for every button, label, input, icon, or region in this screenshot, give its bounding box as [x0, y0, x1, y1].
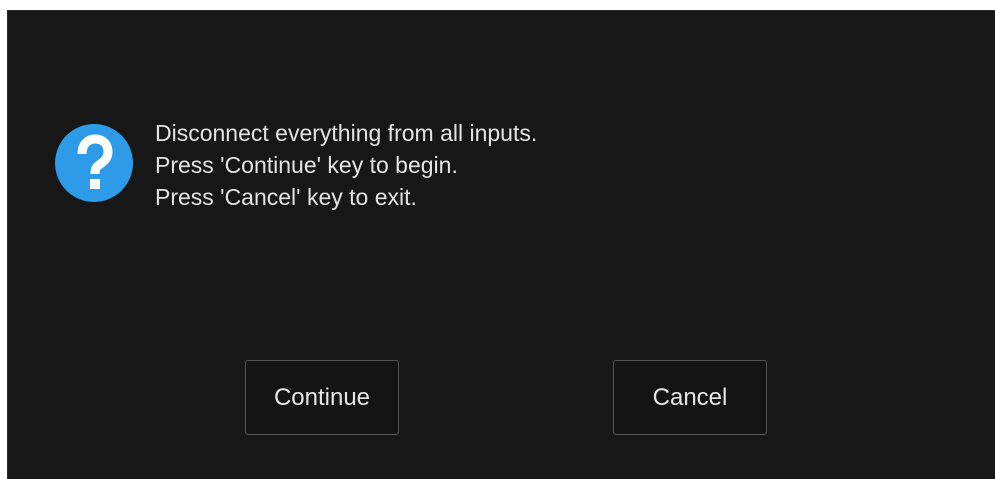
dialog-message: Disconnect everything from all inputs. P… — [155, 117, 537, 213]
message-line: Press 'Cancel' key to exit. — [155, 184, 417, 210]
message-line: Disconnect everything from all inputs. — [155, 120, 538, 146]
cancel-button[interactable]: Cancel — [613, 360, 767, 435]
continue-button[interactable]: Continue — [245, 360, 399, 435]
calibration-dialog: Disconnect everything from all inputs. P… — [7, 10, 995, 479]
question-icon — [55, 124, 133, 202]
message-line: Press 'Continue' key to begin. — [155, 152, 458, 178]
